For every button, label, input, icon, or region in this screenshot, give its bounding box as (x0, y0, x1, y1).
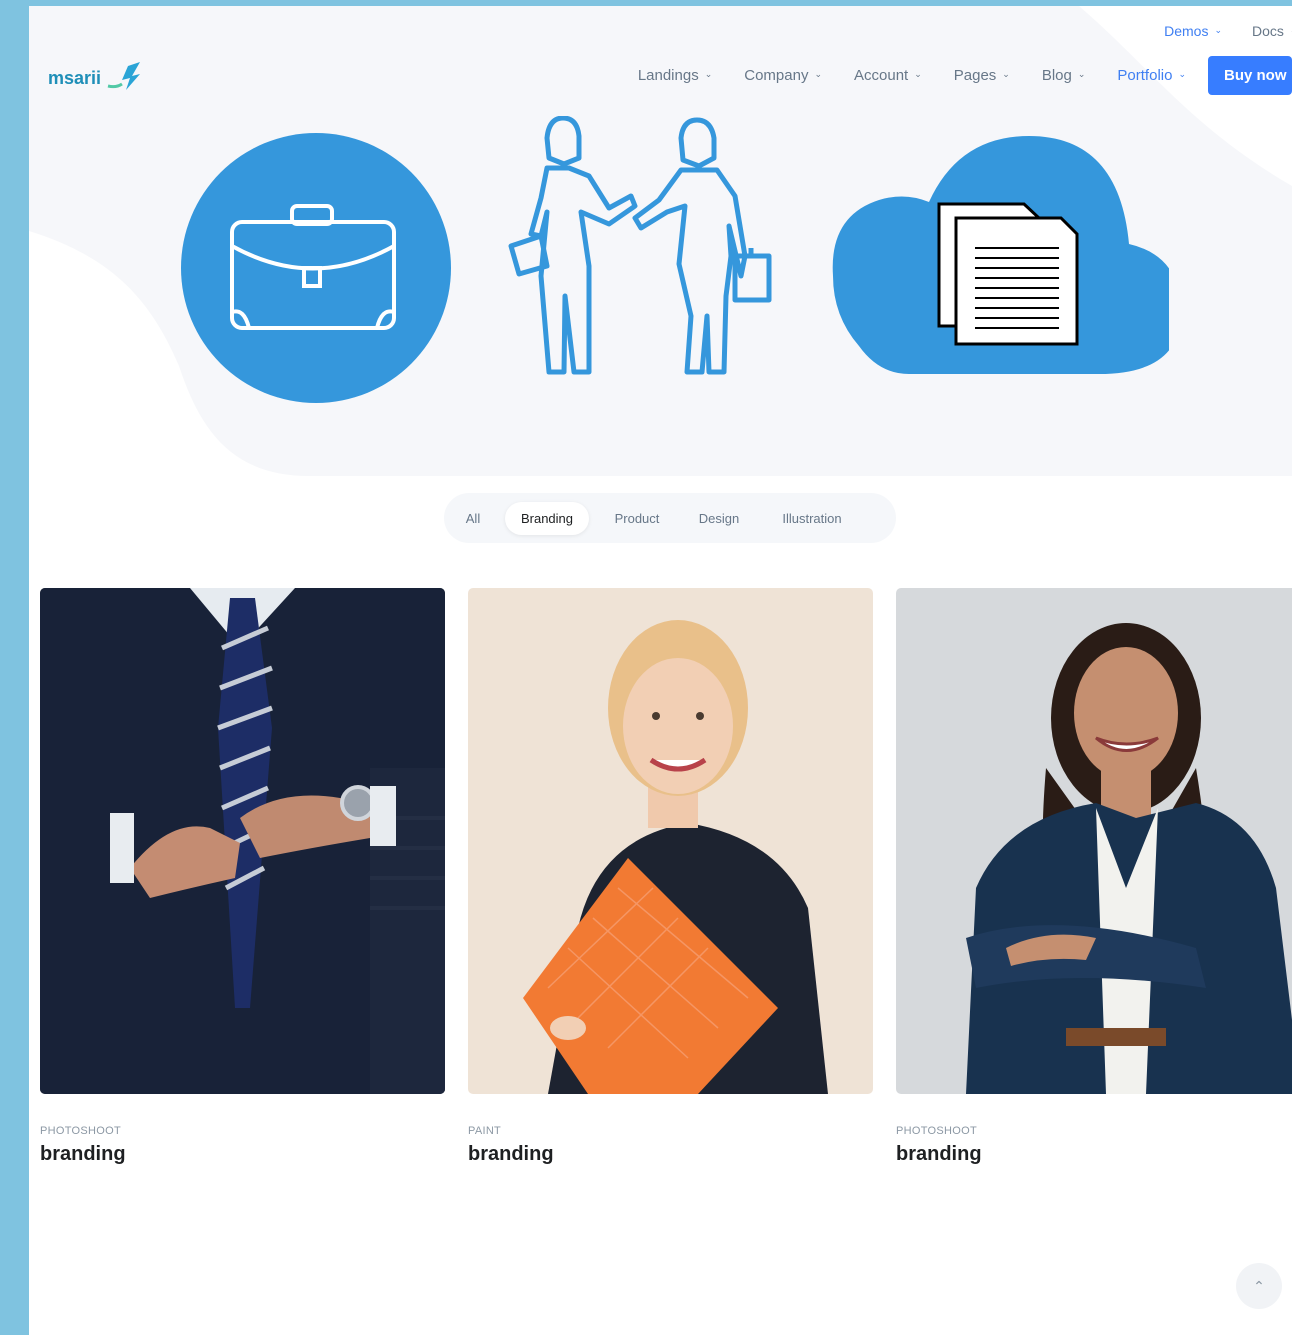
topbar: Demos ⌄ Docs ⌄ (1164, 23, 1292, 39)
card-image-woman-folder[interactable] (468, 588, 873, 1094)
people-icon (508, 116, 772, 375)
buy-now-button[interactable]: Buy now (1208, 56, 1292, 95)
back-to-top-button[interactable]: ⌃ (1236, 1263, 1282, 1309)
nav-portfolio[interactable]: Portfolio ⌄ (1117, 67, 1186, 84)
filter-illustration[interactable]: Illustration (765, 502, 859, 535)
nav-company[interactable]: Company ⌄ (744, 67, 822, 84)
hero-illustration (181, 116, 1169, 403)
demos-menu[interactable]: Demos ⌄ (1164, 23, 1222, 39)
portfolio-card[interactable]: PHOTOSHOOT branding (896, 588, 1292, 1166)
nav-blog[interactable]: Blog ⌄ (1042, 67, 1086, 84)
docs-label: Docs (1252, 23, 1284, 39)
card-title[interactable]: branding (468, 1143, 873, 1166)
portfolio-card[interactable]: PHOTOSHOOT branding (40, 588, 445, 1166)
page: Demos ⌄ Docs ⌄ msarii Landings ⌄ Company… (29, 6, 1292, 1335)
chevron-down-icon: ⌄ (814, 69, 822, 79)
nav-blog-label: Blog (1041, 67, 1072, 84)
filter-all[interactable]: All (456, 502, 490, 535)
chevron-down-icon: ⌄ (914, 69, 922, 79)
nav-portfolio-label: Portfolio (1117, 67, 1173, 84)
nav-pages-label: Pages (953, 67, 997, 84)
filter-tabs: All Branding Product Design Illustration (444, 493, 896, 543)
card-category: PHOTOSHOOT (896, 1125, 978, 1137)
card-category: PHOTOSHOOT (40, 1125, 122, 1137)
filter-product[interactable]: Product (602, 502, 672, 535)
card-category: PAINT (468, 1125, 502, 1137)
main-nav: Landings ⌄ Company ⌄ Account ⌄ Pages ⌄ B… (638, 56, 1292, 95)
nav-landings-label: Landings (637, 67, 699, 84)
filter-design[interactable]: Design (686, 502, 752, 535)
card-image-woman-blazer[interactable] (896, 588, 1292, 1094)
chevron-down-icon: ⌄ (1002, 69, 1010, 79)
nav-company-label: Company (744, 67, 809, 84)
chevron-down-icon: ⌄ (704, 69, 713, 79)
card-title[interactable]: branding (896, 1143, 1292, 1166)
nav-account[interactable]: Account ⌄ (854, 67, 922, 84)
demos-label: Demos (1164, 23, 1209, 39)
chevron-down-icon: ⌄ (1214, 24, 1222, 35)
logo-text: msarii (48, 68, 101, 88)
chevron-down-icon: ⌄ (1178, 69, 1186, 79)
card-image-businessman[interactable] (40, 588, 445, 1094)
portfolio-card[interactable]: PAINT branding (468, 588, 873, 1166)
chevron-down-icon: ⌄ (1077, 69, 1086, 79)
briefcase-icon (181, 133, 451, 403)
filter-branding[interactable]: Branding (505, 502, 589, 535)
cloud-documents-icon (832, 136, 1169, 374)
chevron-up-icon: ⌃ (1253, 1278, 1265, 1294)
logo[interactable]: msarii (46, 58, 142, 94)
nav-account-label: Account (854, 67, 909, 84)
docs-menu[interactable]: Docs ⌄ (1252, 23, 1292, 39)
nav-landings[interactable]: Landings ⌄ (638, 67, 712, 84)
card-title[interactable]: branding (40, 1143, 445, 1166)
nav-pages[interactable]: Pages ⌄ (954, 67, 1010, 84)
